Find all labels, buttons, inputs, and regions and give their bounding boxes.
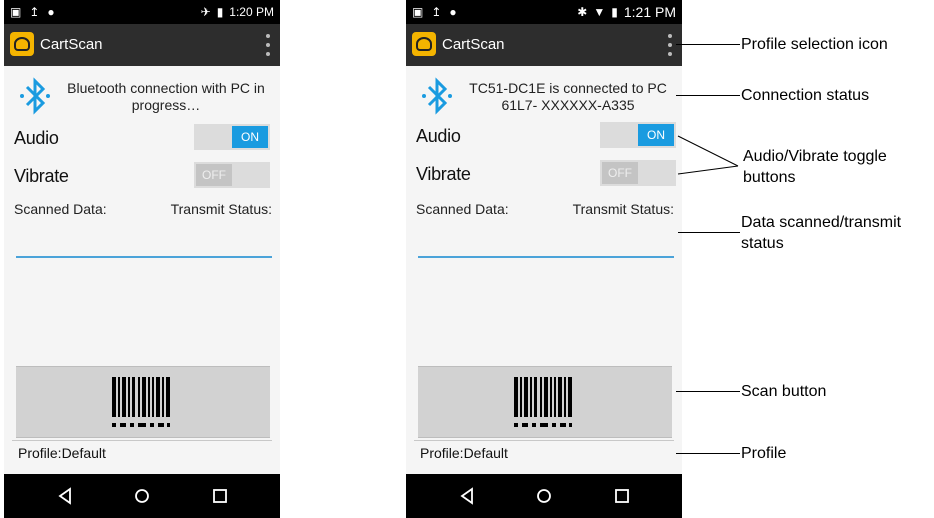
scan-button[interactable] xyxy=(418,366,672,438)
callout-line xyxy=(676,391,740,392)
app-title: CartScan xyxy=(40,36,103,53)
callout-line xyxy=(678,232,740,233)
barcode-icon xyxy=(514,377,572,427)
status-bar: ▣ ↥ ● ✈ ▮ 1:20 PM xyxy=(4,0,280,24)
callout-toggle-buttons: Audio/Vibrate toggle buttons xyxy=(743,148,887,186)
profile-selection-icon[interactable] xyxy=(664,34,676,56)
bluetooth-icon xyxy=(20,77,50,115)
scanned-data-field xyxy=(16,256,272,258)
android-icon: ● xyxy=(47,5,55,19)
scanned-data-label: Scanned Data: xyxy=(14,201,107,217)
profile-label: Profile:Default xyxy=(18,445,106,461)
vibrate-label: Vibrate xyxy=(14,166,69,186)
app-bar: CartScan xyxy=(4,24,280,66)
image-icon: ▣ xyxy=(412,5,424,19)
airplane-icon: ✈ xyxy=(200,5,211,19)
android-icon: ● xyxy=(449,5,457,19)
image-icon: ▣ xyxy=(10,5,22,19)
divider xyxy=(414,440,674,441)
home-icon[interactable] xyxy=(534,486,554,506)
profile-label: Profile:Default xyxy=(420,445,508,461)
audio-label: Audio xyxy=(14,128,59,148)
callout-line xyxy=(676,95,740,96)
vibrate-label: Vibrate xyxy=(416,164,471,184)
battery-icon: ▮ xyxy=(216,5,224,19)
back-icon[interactable] xyxy=(56,486,76,506)
cartscan-logo-icon xyxy=(412,32,436,56)
phone-screen-right: ▣ ↥ ● ✱ ▼ ▮ 1:21 PM CartScan TC51-DC1E i… xyxy=(406,0,682,518)
vibrate-toggle[interactable]: OFF xyxy=(600,160,676,186)
battery-icon: ▮ xyxy=(611,5,618,19)
upload-icon: ↥ xyxy=(29,5,40,19)
vibrate-toggle-state: OFF xyxy=(602,162,638,184)
divider xyxy=(12,440,272,441)
transmit-status-label: Transmit Status: xyxy=(572,201,674,217)
status-time: 1:20 PM xyxy=(229,5,274,19)
audio-label: Audio xyxy=(416,126,461,146)
connection-status: Bluetooth connection with PC in progress… xyxy=(67,80,265,113)
recent-apps-icon[interactable] xyxy=(210,486,230,506)
upload-icon: ↥ xyxy=(431,5,442,19)
callout-connection-status: Connection status xyxy=(741,87,870,104)
callout-profile-selection: Profile selection icon xyxy=(741,36,888,53)
app-bar: CartScan xyxy=(406,24,682,66)
wifi-icon: ▼ xyxy=(593,5,606,19)
callout-scan-button: Scan button xyxy=(741,383,827,400)
recent-apps-icon[interactable] xyxy=(612,486,632,506)
bluetooth-icon xyxy=(422,77,452,115)
back-icon[interactable] xyxy=(458,486,478,506)
scan-button[interactable] xyxy=(16,366,270,438)
status-bar: ▣ ↥ ● ✱ ▼ ▮ 1:21 PM xyxy=(406,0,682,24)
vibrate-toggle[interactable]: OFF xyxy=(194,162,270,188)
cartscan-logo-icon xyxy=(10,32,34,56)
connection-status: TC51-DC1E is connected to PC 61L7- XXXXX… xyxy=(469,80,667,113)
scanned-data-label: Scanned Data: xyxy=(416,201,509,217)
callout-line xyxy=(676,44,740,45)
audio-toggle[interactable]: ON xyxy=(600,122,676,148)
profile-selection-icon[interactable] xyxy=(262,34,274,56)
navigation-bar xyxy=(406,474,682,518)
scanned-data-field xyxy=(418,256,674,258)
audio-toggle-state: ON xyxy=(232,126,268,148)
phone-screen-left: ▣ ↥ ● ✈ ▮ 1:20 PM CartScan Bluetooth con… xyxy=(4,0,280,518)
callout-profile: Profile xyxy=(741,445,787,462)
audio-toggle-state: ON xyxy=(638,124,674,146)
barcode-icon xyxy=(112,377,170,427)
audio-toggle[interactable]: ON xyxy=(194,124,270,150)
bluetooth-icon: ✱ xyxy=(577,5,588,19)
vibrate-toggle-state: OFF xyxy=(196,164,232,186)
status-time: 1:21 PM xyxy=(623,4,676,20)
callout-data-scanned: Data scanned/transmit status xyxy=(741,214,902,252)
navigation-bar xyxy=(4,474,280,518)
callout-line xyxy=(676,453,740,454)
app-title: CartScan xyxy=(442,36,505,53)
transmit-status-label: Transmit Status: xyxy=(170,201,272,217)
home-icon[interactable] xyxy=(132,486,152,506)
